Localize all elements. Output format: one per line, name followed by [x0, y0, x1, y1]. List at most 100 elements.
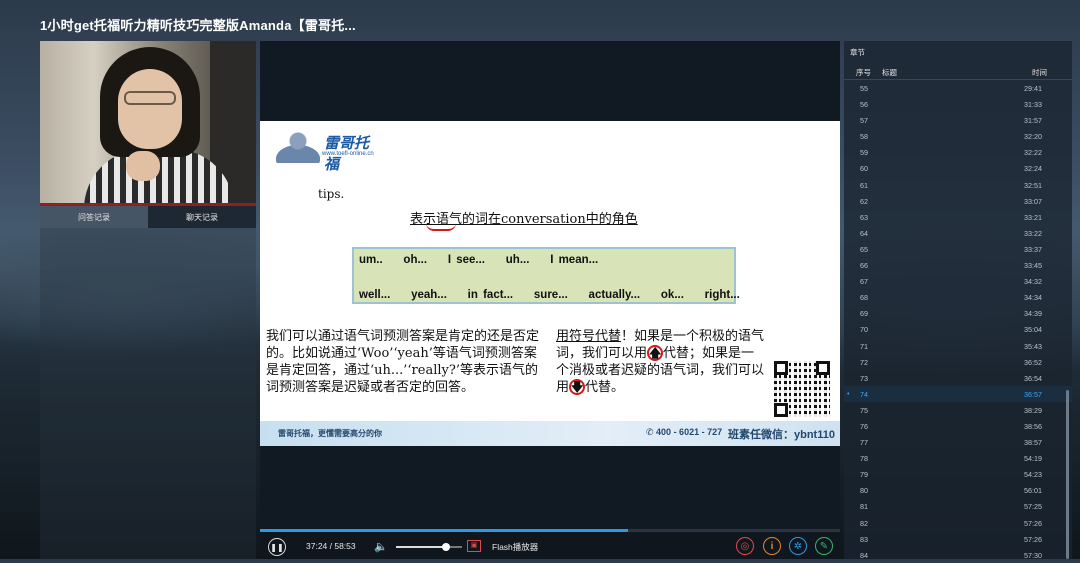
chapter-index: 69 [860, 309, 868, 319]
chapter-row[interactable]: 72 36:52 [844, 354, 1072, 370]
chapter-index: 63 [860, 212, 868, 222]
video-player[interactable]: 雷哥托福 www.toefl-online.cn tips. 表示语气的词在co… [260, 41, 840, 559]
info-icon[interactable]: i [763, 537, 781, 555]
volume-slider[interactable] [396, 543, 462, 551]
chapter-row[interactable]: 71 35:43 [844, 338, 1072, 354]
chapter-index: 77 [860, 438, 868, 448]
chapter-row[interactable]: 83 57:26 [844, 531, 1072, 547]
volume-icon[interactable]: 🔈 [374, 540, 388, 553]
chapter-row[interactable]: 58 32:20 [844, 128, 1072, 144]
sidebar-scrollbar[interactable] [1066, 390, 1069, 559]
chapter-index: 72 [860, 357, 868, 367]
chapter-time: 32:20 [1024, 132, 1042, 142]
volume-fill [396, 546, 446, 548]
record-icon[interactable]: ◎ [736, 537, 754, 555]
chapter-row[interactable]: 70 35:04 [844, 321, 1072, 337]
chapter-row[interactable]: 68 34:34 [844, 289, 1072, 305]
qa-records-panel [40, 228, 256, 559]
chapter-row[interactable]: 79 54:23 [844, 466, 1072, 482]
logo-url: www.toefl-online.cn [322, 151, 374, 157]
pause-icon[interactable]: ❚❚ [268, 538, 286, 556]
flash-player-label[interactable]: Flash播放器 [492, 541, 538, 553]
chapter-row[interactable]: • 74 36:57 [844, 385, 1072, 402]
chapter-index: 82 [860, 518, 868, 528]
chapter-row[interactable]: 65 33:37 [844, 241, 1072, 257]
chapter-index: 71 [860, 341, 868, 351]
lecture-slide: 雷哥托福 www.toefl-online.cn tips. 表示语气的词在co… [260, 121, 840, 446]
chapter-index: 73 [860, 373, 868, 383]
chapter-time: 33:07 [1024, 196, 1042, 206]
slide-footer: 雷哥托福，更懂需要高分的你 ✆ 400 - 6021 - 727 班素任微信：y… [260, 421, 840, 446]
left-column: 问答记录 聊天记录 [40, 41, 256, 559]
logo-figure-icon [276, 131, 320, 163]
chapter-row[interactable]: 57 31:57 [844, 112, 1072, 128]
tab-qa-records[interactable]: 问答记录 [40, 206, 148, 228]
progress-fill [260, 529, 629, 532]
chapter-row[interactable]: 66 33:45 [844, 257, 1072, 273]
chapter-time: 36:52 [1024, 357, 1042, 367]
phrase-row: um.. oh... I see... uh... I mean... [359, 254, 599, 266]
progress-bar[interactable] [260, 529, 840, 532]
pen-icon[interactable]: ✎ [815, 537, 833, 555]
chapter-row[interactable]: 75 38:29 [844, 402, 1072, 418]
webcam-video [40, 41, 256, 203]
chapter-time: 57:30 [1024, 550, 1042, 560]
phrase-row: well... yeah... in fact... sure... actua… [359, 289, 740, 301]
time-display: 37:24 / 58:53 [306, 541, 356, 551]
chapter-row[interactable]: 84 57:30 [844, 547, 1072, 563]
chapter-row[interactable]: 78 54:19 [844, 450, 1072, 466]
chapter-time: 38:56 [1024, 421, 1042, 431]
flash-icon[interactable]: ▣ [467, 540, 481, 552]
chapter-header: 序号 标题 时间 [844, 63, 1072, 80]
col-time: 时间 [1032, 68, 1047, 77]
down-arrow-icon: 🡇 [569, 379, 586, 395]
tab-chat-records[interactable]: 聊天记录 [148, 206, 256, 228]
chapter-time: 34:34 [1024, 293, 1042, 303]
chapter-index: 75 [860, 405, 868, 415]
chapter-row[interactable]: 64 33:22 [844, 225, 1072, 241]
chapter-time: 57:25 [1024, 502, 1042, 512]
chapter-row[interactable]: 55 29:41 [844, 80, 1072, 96]
chapter-row[interactable]: 82 57:26 [844, 515, 1072, 531]
chapter-row[interactable]: 76 38:56 [844, 418, 1072, 434]
page-title: 1小时get托福听力精听技巧完整版Amanda【雷哥托... [40, 18, 356, 33]
chapter-index: 55 [860, 84, 868, 93]
chapter-row[interactable]: 62 33:07 [844, 193, 1072, 209]
chapter-index: 64 [860, 228, 868, 238]
chapter-index: 80 [860, 486, 868, 496]
chapter-time: 32:24 [1024, 164, 1042, 174]
left-paragraph: 我们可以通过语气词预测答案是肯定的还是否定的。比如说通过‘Woo’‘yeah’等… [266, 329, 540, 395]
volume-knob[interactable] [441, 543, 450, 551]
chapter-row[interactable]: 61 32:51 [844, 177, 1072, 193]
chapter-index: 68 [860, 293, 868, 303]
chapter-time: 31:33 [1024, 100, 1042, 110]
chapter-index: 60 [860, 164, 868, 174]
chapter-time: 57:26 [1024, 534, 1042, 544]
paragraph-text: 代替。 [585, 380, 625, 395]
footer-slogan: 雷哥托福，更懂需要高分的你 [278, 429, 382, 438]
chapter-index: 58 [860, 132, 868, 142]
annotation-underline [426, 223, 456, 231]
chapter-row[interactable]: 60 32:24 [844, 160, 1072, 176]
chapter-time: 35:43 [1024, 341, 1042, 351]
col-index: 序号 [856, 68, 871, 77]
chapter-row[interactable]: 69 34:39 [844, 305, 1072, 321]
underlined-phrase: 用符号代替 [556, 329, 622, 344]
chapter-row[interactable]: 81 57:25 [844, 498, 1072, 514]
sidebar-title: 章节 [850, 48, 865, 57]
chapter-time: 33:45 [1024, 261, 1042, 271]
settings-icon[interactable]: ✲ [789, 537, 807, 555]
chapter-index: 74 [860, 389, 868, 399]
chapter-row[interactable]: 80 56:01 [844, 482, 1072, 498]
chapter-index: 83 [860, 534, 868, 544]
chapter-row[interactable]: 63 33:21 [844, 209, 1072, 225]
footer-wechat: 班素任微信：ybnt110 [728, 429, 835, 441]
chapter-time: 33:21 [1024, 212, 1042, 222]
chapter-row[interactable]: 77 38:57 [844, 434, 1072, 450]
chapter-index: 79 [860, 470, 868, 480]
chapter-row[interactable]: 67 34:32 [844, 273, 1072, 289]
chapter-row[interactable]: 56 31:33 [844, 96, 1072, 112]
chapter-row[interactable]: 59 32:22 [844, 144, 1072, 160]
chapter-time: 54:19 [1024, 454, 1042, 464]
chapter-row[interactable]: 73 36:54 [844, 370, 1072, 386]
